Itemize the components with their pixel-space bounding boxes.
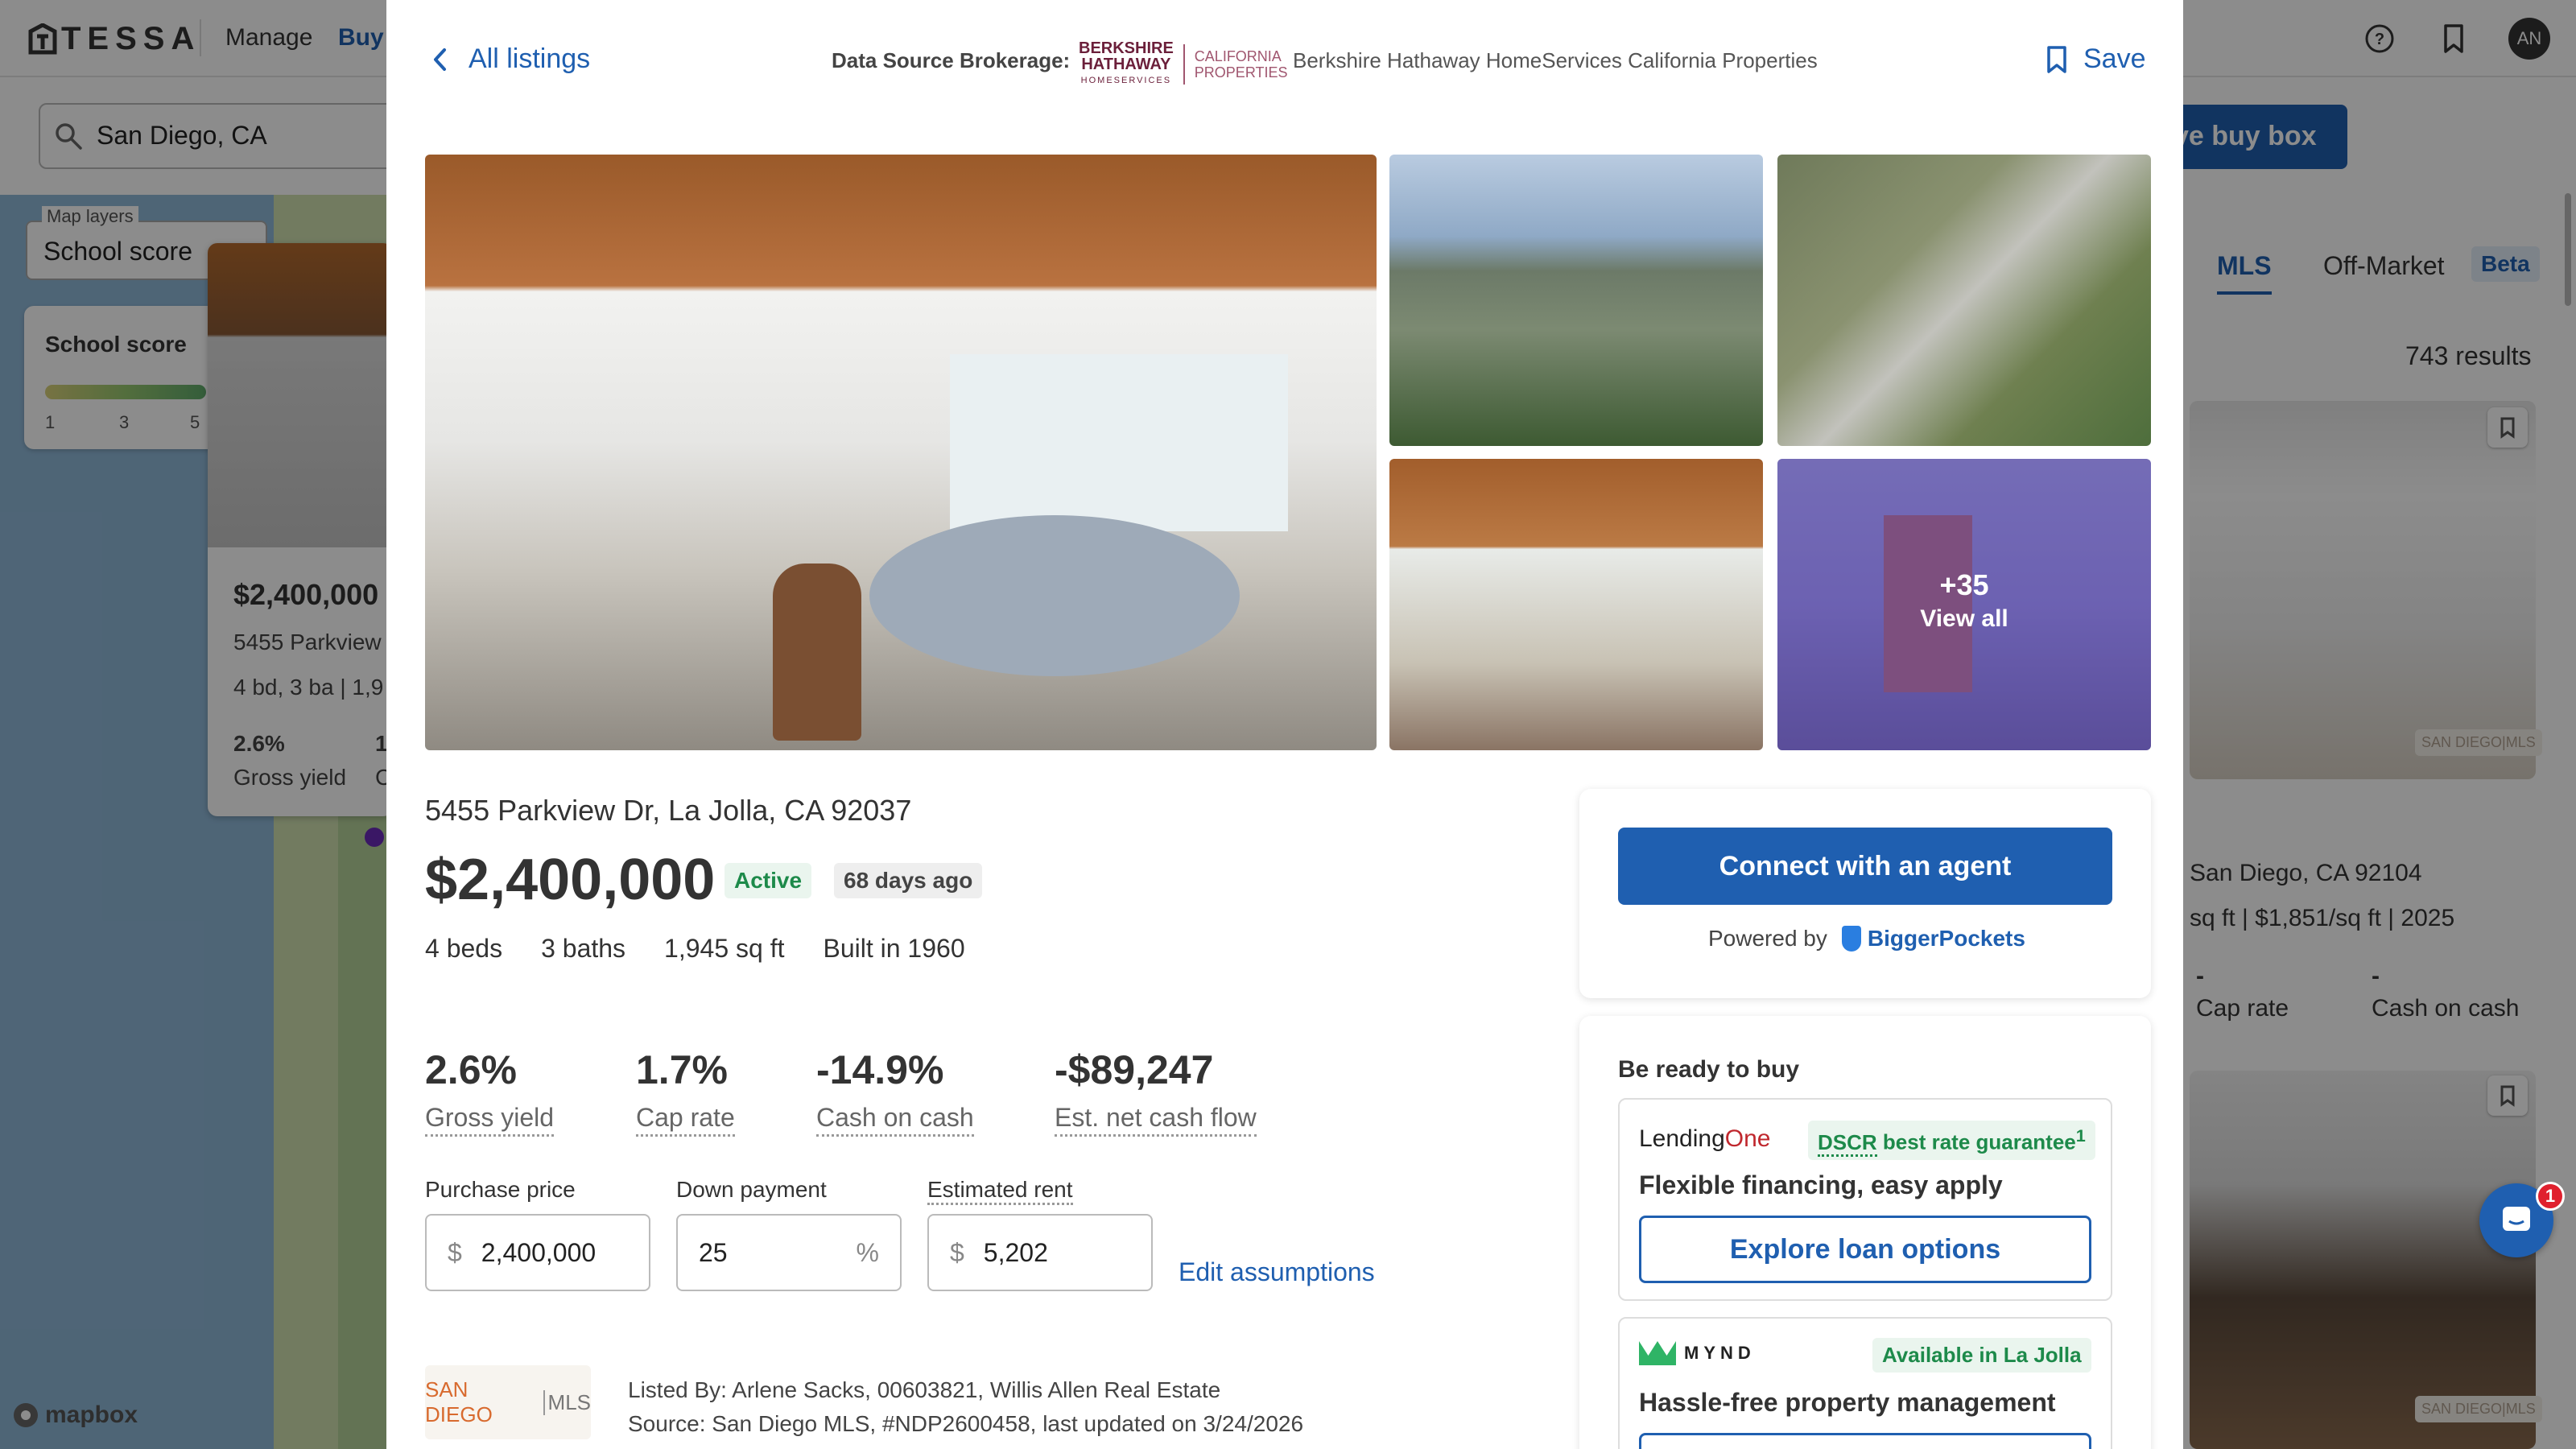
lendingone-logo: LendingOne <box>1639 1125 1771 1153</box>
pm-tagline: Hassle-free property management <box>1639 1388 2056 1417</box>
bookmark-icon <box>2047 45 2066 73</box>
metric-value: 2.6% <box>425 1047 517 1092</box>
listing-attribution: Listed By: Arlene Sacks, 00603821, Willi… <box>628 1373 1303 1441</box>
brokerage-logo-line5: PROPERTIES <box>1194 64 1288 80</box>
mls-logo-right: MLS <box>543 1389 591 1415</box>
mynd-name: MYND <box>1684 1343 1756 1363</box>
powered-by-label: Powered by <box>1708 926 1827 951</box>
metric-gross-yield: 2.6% Gross yield <box>425 1046 555 1137</box>
metric-label[interactable]: Cash on cash <box>816 1103 974 1137</box>
metric-label[interactable]: Cap rate <box>636 1103 735 1137</box>
purchase-price-value: 2,400,000 <box>481 1237 597 1267</box>
property-management-offer <box>1618 1317 2112 1449</box>
lendingone-name: Lending <box>1639 1125 1725 1152</box>
square-footage: 1,945 sq ft <box>664 934 785 963</box>
estimated-rent-input[interactable]: $ 5,202 <box>927 1214 1153 1291</box>
estimated-rent-label[interactable]: Estimated rent <box>927 1177 1073 1205</box>
beds: 4 beds <box>425 934 503 963</box>
more-photos-count: +35 <box>1939 568 1989 601</box>
mynd-logo: MYND <box>1639 1341 1756 1365</box>
mynd-icon <box>1639 1341 1676 1365</box>
days-on-market-badge: 68 days ago <box>834 863 983 898</box>
san-diego-mls-logo: SAN DIEGO MLS <box>425 1365 591 1439</box>
back-to-listings-label: All listings <box>469 43 591 74</box>
metric-value: 1.7% <box>636 1047 728 1092</box>
lendingone-name-accent: One <box>1724 1125 1771 1152</box>
brokerage-name: Berkshire Hathaway HomeServices Californ… <box>1293 48 1818 72</box>
percent-suffix: % <box>856 1237 879 1267</box>
photo-aerial-2[interactable] <box>1777 155 2151 446</box>
save-listing-label: Save <box>2083 43 2146 74</box>
main-photo-chair <box>773 564 861 741</box>
footnote-marker: 1 <box>2075 1125 2086 1146</box>
main-photo-window <box>950 354 1288 531</box>
brokerage-logo-divider <box>1183 44 1185 85</box>
property-facts: 4 beds 3 baths 1,945 sq ft Built in 1960 <box>425 934 965 964</box>
chevron-left-icon <box>434 47 446 71</box>
brokerage-logo-right: CALIFORNIA PROPERTIES <box>1195 48 1288 80</box>
metric-label[interactable]: Est. net cash flow <box>1055 1103 1257 1137</box>
be-ready-title: Be ready to buy <box>1618 1056 1800 1083</box>
biggerpockets-logo[interactable]: BiggerPockets <box>1841 926 2025 952</box>
availability-badge: Available in La Jolla <box>1872 1338 2091 1373</box>
dscr-badge-text: best rate guarantee <box>1876 1129 2076 1154</box>
metric-cash-on-cash: -14.9% Cash on cash <box>816 1046 974 1137</box>
dscr-term[interactable]: DSCR <box>1818 1129 1877 1157</box>
brokerage-logo-line3: HOMESERVICES <box>1080 76 1172 85</box>
mls-logo-left: SAN DIEGO <box>425 1377 493 1426</box>
explore-loan-options-button[interactable]: Explore loan options <box>1639 1216 2091 1283</box>
brokerage-logo-line2: HATHAWAY <box>1081 56 1171 73</box>
view-all-label: View all <box>1920 605 2008 632</box>
listing-price: $2,400,000 <box>425 848 716 912</box>
year-built: Built in 1960 <box>823 934 965 963</box>
down-payment-value: 25 <box>699 1237 728 1267</box>
purchase-price-input[interactable]: $ 2,400,000 <box>425 1214 650 1291</box>
down-payment-label: Down payment <box>676 1177 827 1202</box>
connect-agent-button[interactable]: Connect with an agent <box>1618 828 2112 905</box>
brokerage-logo: BERKSHIRE HATHAWAY HOMESERVICES CALIFORN… <box>1079 40 1288 89</box>
down-payment-input[interactable]: 25 % <box>676 1214 902 1291</box>
brokerage-logo-line4: CALIFORNIA <box>1194 48 1282 64</box>
metric-value: -14.9% <box>816 1047 944 1092</box>
data-source-label: Data Source Brokerage: <box>832 48 1071 72</box>
brokerage-logo-left: BERKSHIRE HATHAWAY HOMESERVICES <box>1079 40 1174 89</box>
brokerage-logo-line1: BERKSHIRE <box>1079 39 1174 57</box>
metric-label[interactable]: Gross yield <box>425 1103 555 1137</box>
main-photo-table <box>869 515 1240 676</box>
biggerpockets-name: BiggerPockets <box>1867 926 2025 951</box>
view-all-photos-button[interactable]: +35 View all <box>1777 568 2151 633</box>
currency-prefix: $ <box>448 1237 462 1267</box>
estimated-rent-value: 5,202 <box>983 1237 1048 1267</box>
dscr-guarantee-badge: DSCR best rate guarantee1 <box>1808 1121 2095 1160</box>
photo-aerial-1[interactable] <box>1389 155 1763 446</box>
listing-address: 5455 Parkview Dr, La Jolla, CA 92037 <box>425 794 912 827</box>
metric-net-cash-flow: -$89,247 Est. net cash flow <box>1055 1046 1257 1137</box>
lender-tagline: Flexible financing, easy apply <box>1639 1170 2003 1199</box>
metric-cap-rate: 1.7% Cap rate <box>636 1046 735 1137</box>
listed-by: Listed By: Arlene Sacks, 00603821, Willi… <box>628 1377 1221 1402</box>
chat-unread-badge: 1 <box>2536 1182 2565 1211</box>
baths: 3 baths <box>541 934 626 963</box>
biggerpockets-icon <box>1841 926 1861 952</box>
currency-prefix: $ <box>950 1237 964 1267</box>
powered-by: Powered by BiggerPockets <box>1708 926 2025 952</box>
edit-assumptions-link[interactable]: Edit assumptions <box>1179 1257 1375 1287</box>
photo-living-room[interactable] <box>1389 459 1763 750</box>
save-listing-button[interactable]: Save <box>2045 43 2146 75</box>
listing-source: Source: San Diego MLS, #NDP2600458, last… <box>628 1411 1304 1436</box>
status-badge: Active <box>724 863 812 898</box>
pm-cta-button[interactable] <box>1639 1433 2091 1449</box>
back-to-listings-link[interactable]: All listings <box>430 43 590 75</box>
chat-icon <box>2503 1207 2530 1231</box>
metric-value: -$89,247 <box>1055 1047 1214 1092</box>
purchase-price-label: Purchase price <box>425 1177 576 1202</box>
